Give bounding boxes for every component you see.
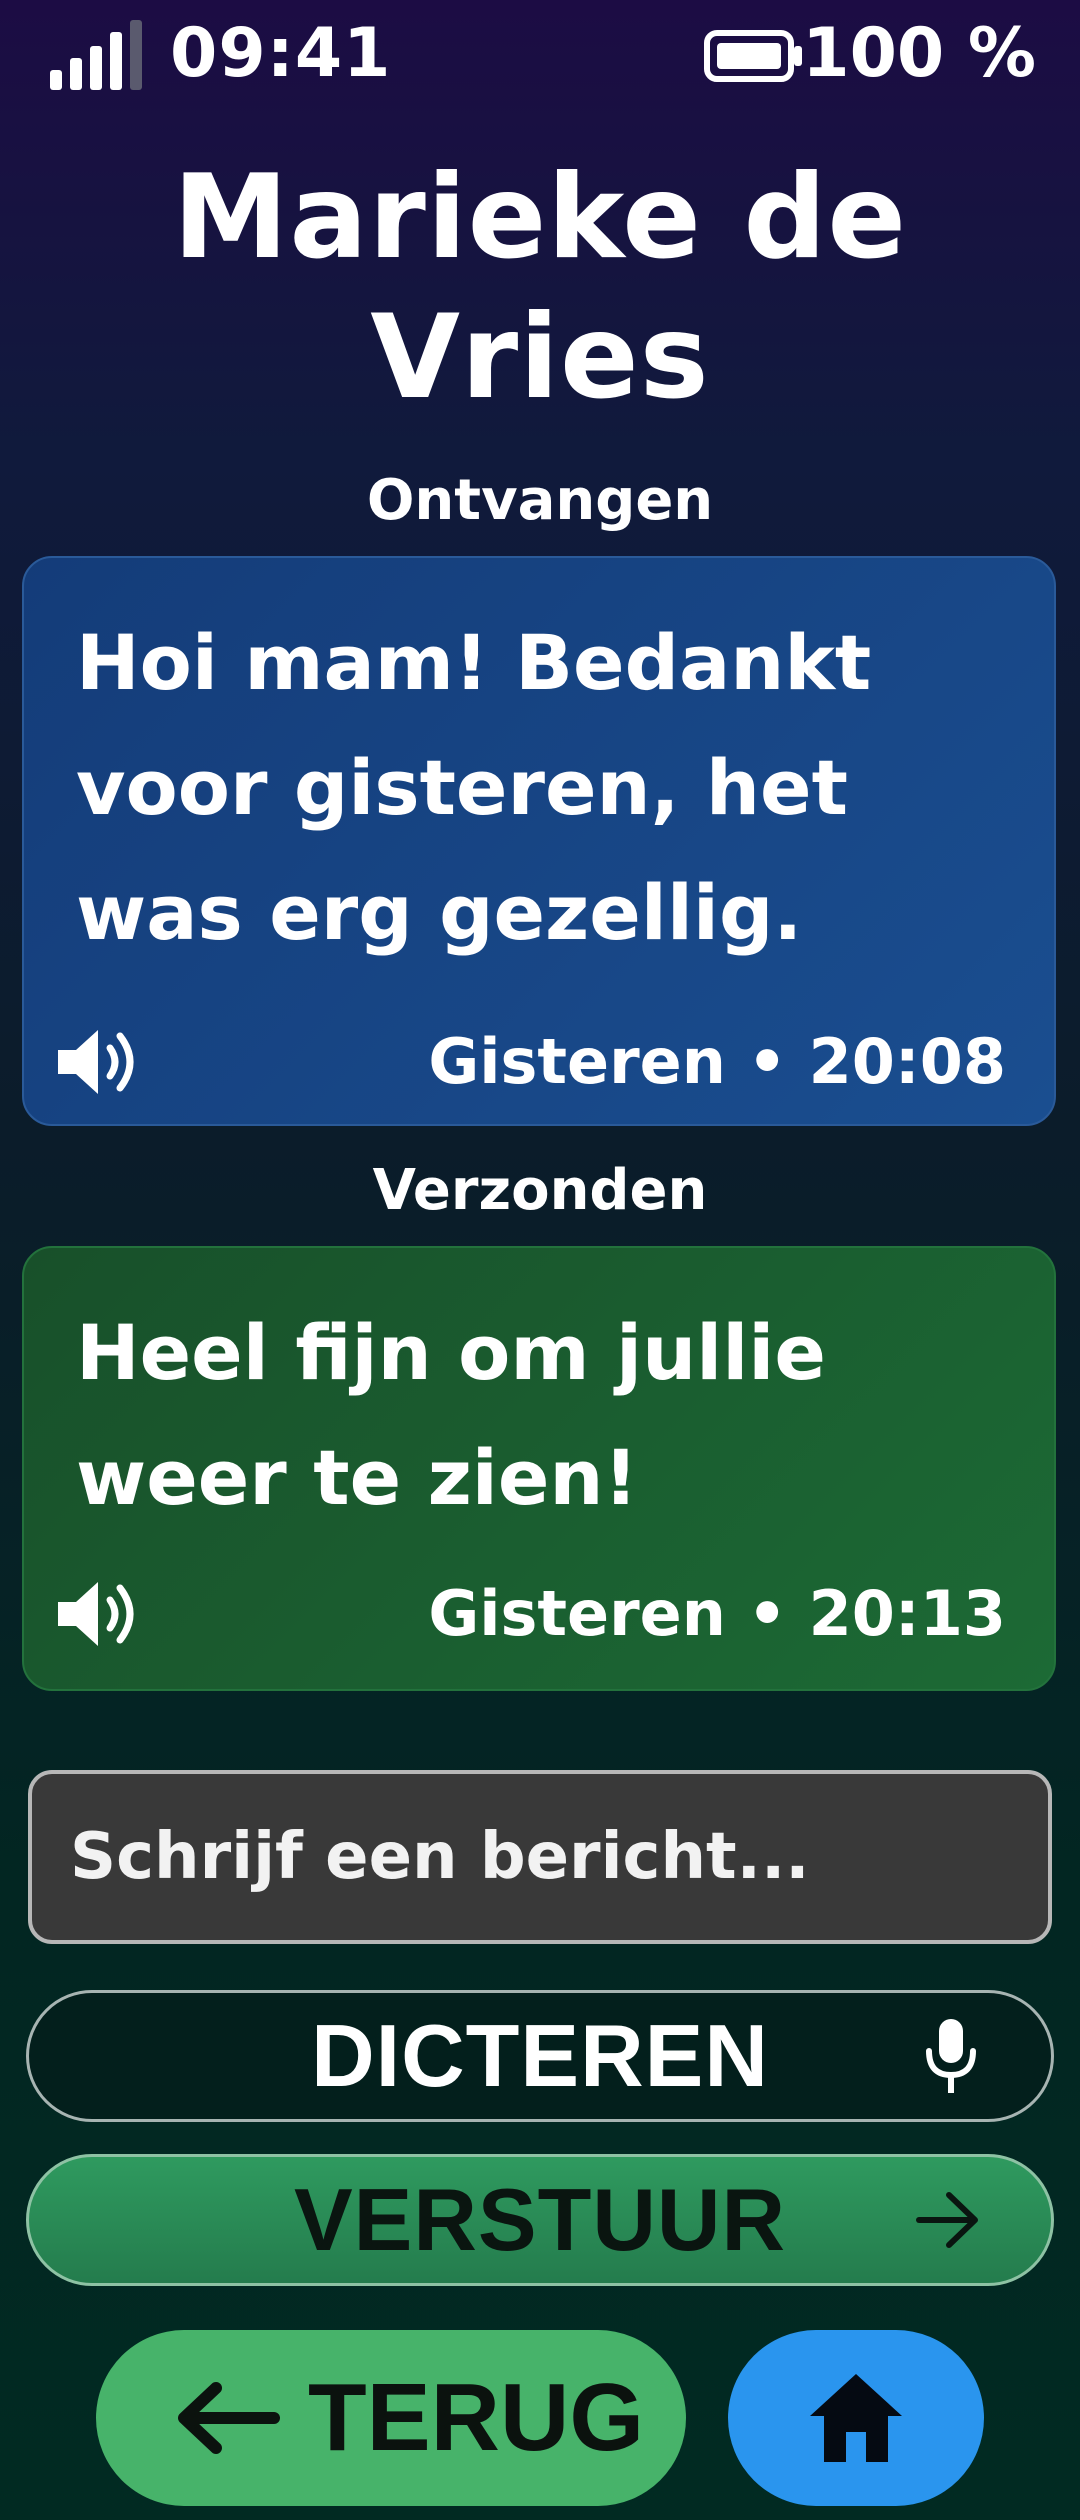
message-input[interactable]: [28, 1770, 1052, 1944]
received-label: Ontvangen: [366, 468, 714, 533]
home-icon: [810, 2374, 902, 2462]
battery-percentage: 100 %: [802, 14, 1036, 93]
sent-message-meta: Gisteren • 20:13: [428, 1577, 1006, 1650]
arrow-left-icon: [178, 2382, 280, 2454]
received-message-bubble: Hoi mam! Bedankt voor gisteren, het was …: [22, 556, 1056, 1126]
arrow-right-icon: [916, 2192, 978, 2248]
microphone-icon: [926, 2019, 976, 2093]
send-button[interactable]: VERSTUUR: [26, 2154, 1054, 2286]
signal-icon: [50, 20, 142, 90]
contact-name: Marieke de Vries: [172, 150, 908, 425]
dictate-button[interactable]: DICTEREN: [26, 1990, 1054, 2122]
sent-label: Verzonden: [372, 1158, 708, 1223]
sent-message-bubble: Heel fijn om jullie weer te zien! Gister…: [22, 1246, 1056, 1691]
home-button[interactable]: [728, 2330, 984, 2506]
received-message-text: Hoi mam! Bedankt voor gisteren, het was …: [76, 618, 872, 957]
dictate-button-label: DICTEREN: [311, 2006, 769, 2105]
status-time: 09:41: [170, 14, 392, 93]
back-button-label: TERUG: [308, 2364, 644, 2471]
received-message-meta: Gisteren • 20:08: [428, 1025, 1006, 1098]
battery-icon: [704, 30, 802, 82]
speaker-icon[interactable]: [54, 1022, 150, 1102]
sent-message-text: Heel fijn om jullie weer te zien!: [76, 1308, 826, 1522]
send-button-label: VERSTUUR: [293, 2170, 787, 2269]
status-bar: 09:41 100 %: [0, 0, 1080, 110]
back-button[interactable]: TERUG: [96, 2330, 686, 2506]
speaker-icon[interactable]: [54, 1574, 150, 1654]
